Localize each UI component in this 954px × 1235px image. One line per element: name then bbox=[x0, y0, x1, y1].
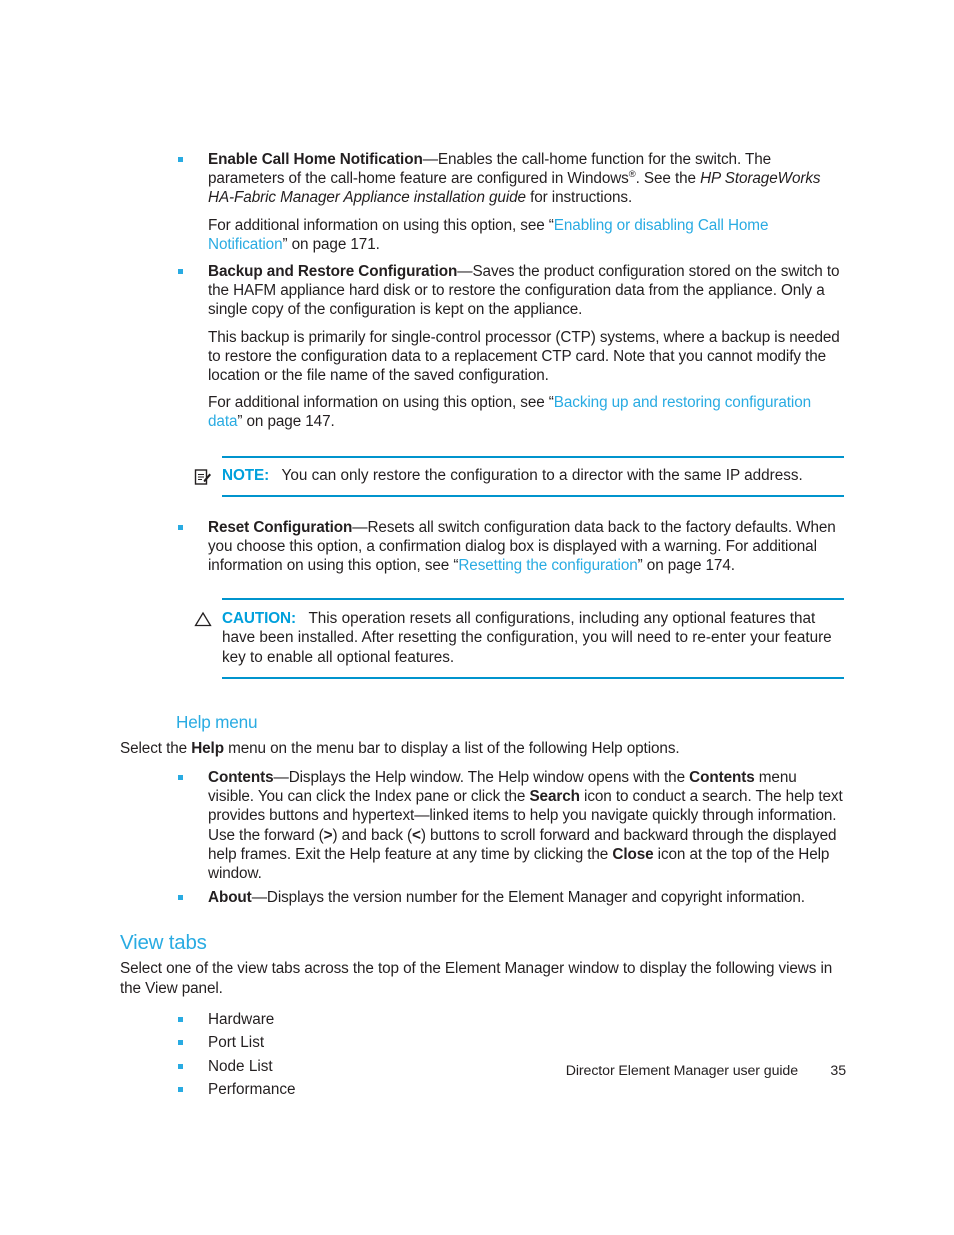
enable-call-home-paragraph: Enable Call Home Notification—Enables th… bbox=[208, 150, 845, 208]
view-tab-label: Hardware bbox=[208, 1010, 275, 1028]
page-footer: Director Element Manager user guide 35 bbox=[0, 1063, 846, 1079]
bullet-square-icon bbox=[178, 1040, 183, 1046]
caution-text: This operation resets all configurations… bbox=[222, 610, 832, 666]
backup-restore-crossref: For additional information on using this… bbox=[208, 393, 845, 431]
caution-admonition: CAUTION: This operation resets all confi… bbox=[194, 598, 844, 679]
caution-rule-bottom bbox=[222, 676, 844, 679]
help-menu-intro-b: menu on the menu bar to display a list o… bbox=[223, 739, 680, 757]
bullet-square-icon bbox=[178, 775, 183, 781]
bullet-square-icon bbox=[178, 1016, 183, 1022]
list-item-port-list: Port List bbox=[178, 1031, 845, 1055]
about-text: Displays the version number for the Elem… bbox=[266, 889, 805, 907]
footer-page-number: 35 bbox=[830, 1063, 846, 1079]
term-contents: Contents bbox=[208, 769, 274, 787]
contents-b2-search: Search bbox=[529, 788, 580, 806]
list-item-hardware: Hardware bbox=[178, 1008, 845, 1032]
contents-b1: Contents bbox=[689, 769, 755, 787]
term-backup-restore: Backup and Restore Configuration bbox=[208, 263, 458, 281]
em-dash: — bbox=[352, 518, 368, 536]
view-tabs-intro: Select one of the view tabs across the t… bbox=[120, 960, 833, 997]
note-admonition: NOTE: You can only restore the configura… bbox=[194, 455, 844, 497]
contents-t4: ) and back ( bbox=[332, 826, 413, 844]
help-options-list: Contents—Displays the Help window. The H… bbox=[120, 768, 845, 907]
page-content: Enable Call Home Notification—Enables th… bbox=[120, 150, 845, 1102]
footer-document-title: Director Element Manager user guide bbox=[565, 1063, 798, 1079]
caution-triangle-icon bbox=[194, 610, 212, 628]
crossref-prefix: For additional information on using this… bbox=[208, 394, 554, 412]
list-item-about: About—Displays the version number for th… bbox=[178, 888, 845, 907]
view-tab-label: Performance bbox=[208, 1081, 296, 1099]
section-heading-view-tabs: View tabs bbox=[120, 931, 207, 955]
term-reset-configuration: Reset Configuration bbox=[208, 518, 353, 536]
enable-call-home-crossref: For additional information on using this… bbox=[208, 216, 845, 254]
contents-b5-close: Close bbox=[612, 845, 654, 863]
note-rule-bottom bbox=[222, 494, 844, 497]
about-paragraph: About—Displays the version number for th… bbox=[208, 888, 845, 907]
contents-t1: Displays the Help window. The Help windo… bbox=[288, 769, 690, 787]
contents-b4-back: < bbox=[412, 826, 421, 844]
help-menu-intro: Select the Help menu on the menu bar to … bbox=[120, 739, 845, 758]
em-dash: — bbox=[251, 889, 267, 907]
section-heading-help-menu: Help menu bbox=[176, 711, 258, 732]
caution-body: CAUTION: This operation resets all confi… bbox=[194, 600, 844, 677]
term-about: About bbox=[208, 889, 252, 907]
enable-call-home-text-c: for instructions. bbox=[525, 189, 633, 207]
registered-mark: ® bbox=[628, 169, 636, 181]
contents-paragraph: Contents—Displays the Help window. The H… bbox=[208, 768, 845, 883]
enable-call-home-text-b: . See the bbox=[635, 170, 701, 188]
term-enable-call-home: Enable Call Home Notification bbox=[208, 151, 423, 168]
list-item-backup-restore: Backup and Restore Configuration—Saves t… bbox=[178, 262, 845, 432]
note-text: You can only restore the configuration t… bbox=[281, 466, 803, 484]
list-item-contents: Contents—Displays the Help window. The H… bbox=[178, 768, 845, 883]
crossref-suffix: ” on page 171. bbox=[282, 235, 380, 253]
note-label: NOTE: bbox=[222, 466, 270, 484]
backup-restore-detail: This backup is primarily for single-cont… bbox=[208, 328, 840, 385]
reset-configuration-paragraph: Reset Configuration—Resets all switch co… bbox=[208, 518, 845, 576]
bullet-square-icon bbox=[178, 524, 183, 530]
document-page: Enable Call Home Notification—Enables th… bbox=[0, 0, 954, 1235]
bullet-square-icon bbox=[178, 269, 183, 275]
list-item-performance: Performance bbox=[178, 1078, 845, 1102]
bullet-square-icon bbox=[178, 1087, 183, 1093]
crossref-suffix: ” on page 147. bbox=[237, 413, 335, 431]
note-document-pencil-icon bbox=[194, 468, 212, 486]
crossref-prefix: For additional information on using this… bbox=[208, 216, 554, 234]
em-dash: — bbox=[457, 263, 473, 281]
help-menu-intro-a: Select the bbox=[120, 739, 192, 757]
link-resetting-the-configuration[interactable]: Resetting the configuration bbox=[458, 557, 637, 574]
caution-label: CAUTION: bbox=[222, 610, 296, 628]
em-dash: — bbox=[273, 769, 289, 787]
bullet-square-icon bbox=[178, 895, 183, 901]
bullet-square-icon bbox=[178, 157, 183, 162]
backup-restore-paragraph: Backup and Restore Configuration—Saves t… bbox=[208, 262, 845, 320]
view-tabs-item-list: Hardware Port List Node List Performance bbox=[120, 1008, 845, 1102]
crossref-suffix: ” on page 174. bbox=[637, 557, 735, 575]
em-dash: — bbox=[422, 151, 438, 168]
list-item-reset-configuration: Reset Configuration—Resets all switch co… bbox=[178, 518, 845, 576]
help-menu-bold: Help bbox=[191, 739, 224, 757]
note-body: NOTE: You can only restore the configura… bbox=[194, 458, 844, 495]
reset-configuration-list: Reset Configuration—Resets all switch co… bbox=[120, 518, 845, 576]
menu-options-list: Enable Call Home Notification—Enables th… bbox=[120, 150, 845, 432]
view-tab-label: Port List bbox=[208, 1034, 265, 1052]
list-item-enable-call-home: Enable Call Home Notification—Enables th… bbox=[178, 150, 845, 254]
